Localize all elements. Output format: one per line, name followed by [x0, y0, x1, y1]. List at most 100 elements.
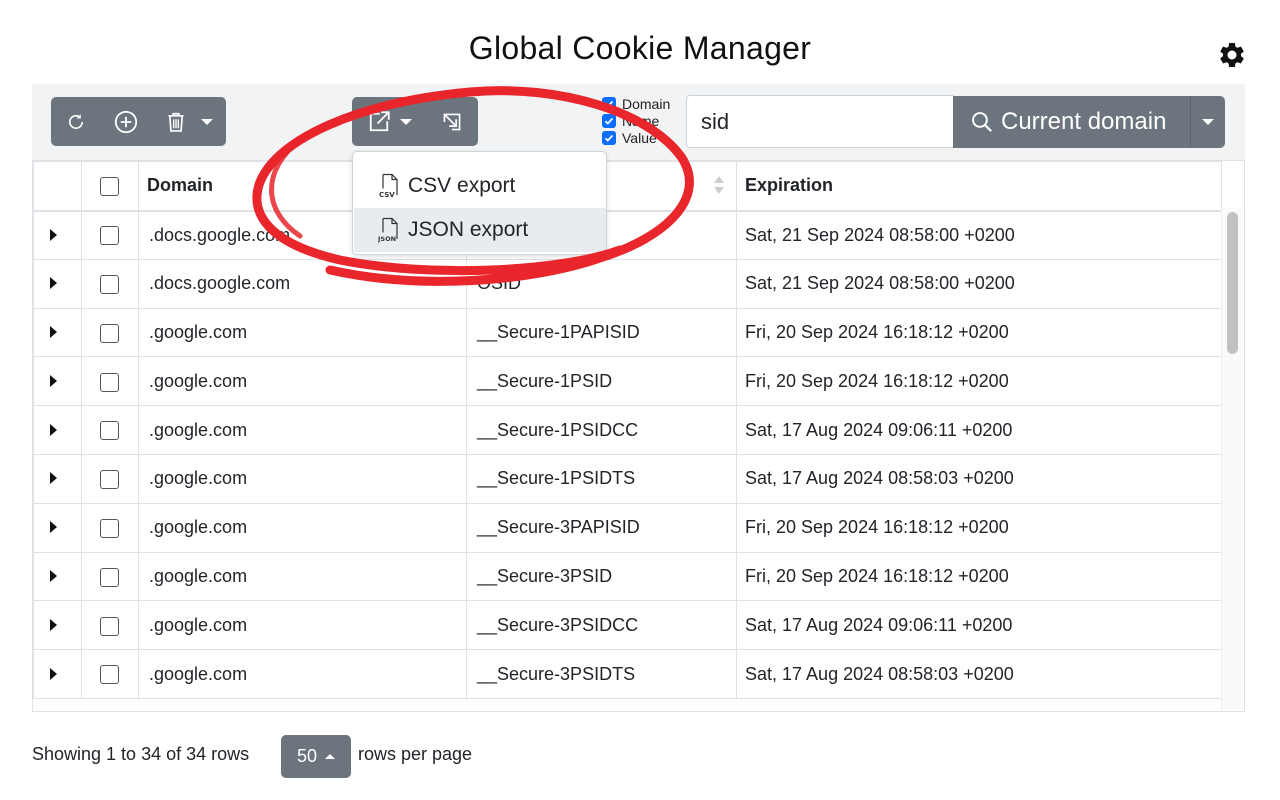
chevron-down-icon: [399, 118, 412, 125]
cell-domain: .google.com: [138, 502, 467, 553]
svg-text:CSV: CSV: [379, 191, 395, 199]
checkbox-checked-icon[interactable]: [602, 131, 616, 145]
plus-circle-icon: [114, 110, 138, 133]
row-checkbox[interactable]: [100, 323, 119, 343]
import-button[interactable]: [426, 97, 478, 146]
pagination-info: Showing 1 to 34 of 34 rows: [32, 744, 250, 764]
cell-name: __Secure-1PSID: [466, 356, 737, 407]
expand-row-toggle[interactable]: [33, 502, 82, 553]
delete-cookies-button[interactable]: [151, 97, 201, 146]
expand-row-toggle[interactable]: [33, 405, 82, 455]
caret-right-icon: [50, 423, 57, 436]
expand-row-toggle[interactable]: [33, 453, 82, 504]
table-row[interactable]: .google.com __Secure-3PSIDCC Sat, 17 Aug 2…: [33, 600, 1222, 651]
search-field-filters: Domain Name Value: [602, 96, 686, 148]
table-row[interactable]: .google.com __Secure-1PSIDTS Sat, 17 Aug 2…: [33, 453, 1222, 504]
caret-right-icon: [50, 472, 57, 485]
cell-expiration: Sat, 17 Aug 2024 09:06:11 +0200: [736, 600, 1222, 651]
row-select-cell: [81, 551, 139, 602]
chevron-down-icon: [1202, 119, 1214, 125]
table-row[interactable]: .google.com __Secure-1PSID Fri, 20 Sep 202…: [33, 356, 1222, 407]
export-import-group: [352, 97, 478, 146]
row-checkbox[interactable]: [100, 616, 119, 636]
sort-icon[interactable]: [713, 173, 725, 197]
refresh-icon: [68, 113, 84, 129]
expand-row-toggle[interactable]: [33, 551, 82, 602]
caret-right-icon: [50, 277, 57, 290]
caret-right-icon: [50, 521, 57, 534]
expand-row-toggle[interactable]: [33, 600, 82, 651]
row-checkbox[interactable]: [100, 274, 119, 294]
search-current-domain-button[interactable]: Current domain: [953, 96, 1191, 148]
expand-row-toggle[interactable]: [33, 307, 82, 358]
page-size-dropdown[interactable]: 50: [281, 735, 351, 778]
select-all-checkbox[interactable]: [100, 177, 119, 196]
checkbox-checked-icon[interactable]: [602, 114, 616, 128]
file-csv-icon: CSV: [379, 173, 398, 199]
row-checkbox[interactable]: [100, 518, 119, 538]
expand-row-toggle[interactable]: [33, 210, 82, 260]
cell-domain: .google.com: [138, 405, 467, 455]
checkbox-checked-icon[interactable]: [602, 97, 616, 111]
chevron-down-icon: [201, 118, 213, 125]
column-header-expiration[interactable]: Expiration: [736, 161, 1222, 212]
filter-name-label: Name: [622, 113, 660, 129]
filter-name[interactable]: Name: [602, 113, 659, 129]
table-row[interactable]: .docs.google.comHSIDSat, 21 Sep 2024 08:…: [33, 210, 1222, 260]
select-all-header: [81, 161, 139, 212]
filter-domain[interactable]: Domain: [602, 96, 670, 112]
delete-options-dropdown[interactable]: [201, 97, 226, 146]
svg-text:JSON: JSON: [378, 235, 396, 243]
box-arrow-up-right-icon: [369, 110, 390, 131]
export-dropdown-button[interactable]: [352, 97, 426, 146]
row-checkbox[interactable]: [100, 372, 119, 392]
cell-expiration: Fri, 20 Sep 2024 16:18:12 +0200: [736, 551, 1222, 602]
table-row[interactable]: .google.com __Secure-3PSID Fri, 20 Sep 202…: [33, 551, 1222, 602]
row-checkbox[interactable]: [100, 567, 119, 587]
expand-header: [33, 161, 82, 212]
table-scrollbar-thumb[interactable]: [1227, 212, 1238, 354]
page-title: Global Cookie Manager: [468, 30, 812, 66]
gear-icon[interactable]: [1217, 40, 1247, 70]
expand-row-toggle[interactable]: [33, 649, 82, 699]
row-checkbox[interactable]: [100, 421, 119, 441]
table-row[interactable]: .google.com __Secure-3PAPISID Fri, 20 Sep …: [33, 502, 1222, 553]
caret-right-icon: [50, 667, 57, 680]
json-export-item[interactable]: JSON JSON export: [354, 208, 606, 252]
cell-domain: .google.com: [138, 356, 467, 407]
search-scope-dropdown[interactable]: [1191, 96, 1225, 148]
expand-row-toggle[interactable]: [33, 258, 82, 309]
cell-name: __Secure-1PSIDCC: [466, 405, 737, 455]
cell-domain: .google.com: [138, 551, 467, 602]
row-select-cell: [81, 502, 139, 553]
cell-name: __Secure-3PSIDCC: [466, 600, 737, 651]
row-select-cell: [81, 356, 139, 407]
row-checkbox[interactable]: [100, 226, 119, 246]
cell-domain: .google.com: [138, 600, 467, 651]
csv-export-item[interactable]: CSV CSV export: [354, 164, 606, 208]
row-select-cell: [81, 258, 139, 309]
filter-value-label: Value: [622, 130, 657, 146]
trash-icon: [168, 112, 184, 132]
filter-value[interactable]: Value: [602, 130, 657, 146]
row-checkbox[interactable]: [100, 470, 119, 490]
caret-right-icon: [50, 374, 57, 387]
table-row[interactable]: .google.com __Secure-1PSIDCC Sat, 17 Aug 2…: [33, 405, 1222, 455]
cell-name: __Secure-3PSID: [466, 551, 737, 602]
filter-domain-label: Domain: [622, 96, 671, 112]
chevron-up-icon: [325, 754, 336, 759]
add-cookie-button[interactable]: [101, 97, 151, 146]
table-row[interactable]: .google.com __Secure-3PSIDTS Sat, 17 Aug 2…: [33, 649, 1222, 699]
search-input[interactable]: [686, 95, 954, 148]
table-header-row: Domain Name Expiration: [33, 161, 1222, 212]
refresh-button[interactable]: [51, 97, 101, 146]
row-checkbox[interactable]: [100, 665, 119, 685]
csv-export-label: CSV export: [408, 174, 516, 197]
row-select-cell: [81, 649, 139, 699]
cell-name: __Secure-3PAPISID: [466, 502, 737, 553]
expand-row-toggle[interactable]: [33, 356, 82, 407]
cell-name: __Secure-3PSIDTS: [466, 649, 737, 699]
table-row[interactable]: .docs.google.com OSID Sat, 21 Sep 2024 08:…: [33, 258, 1222, 309]
table-row[interactable]: .google.com __Secure-1PAPISID Fri, 20 Sep …: [33, 307, 1222, 358]
json-export-label: JSON export: [408, 218, 529, 241]
